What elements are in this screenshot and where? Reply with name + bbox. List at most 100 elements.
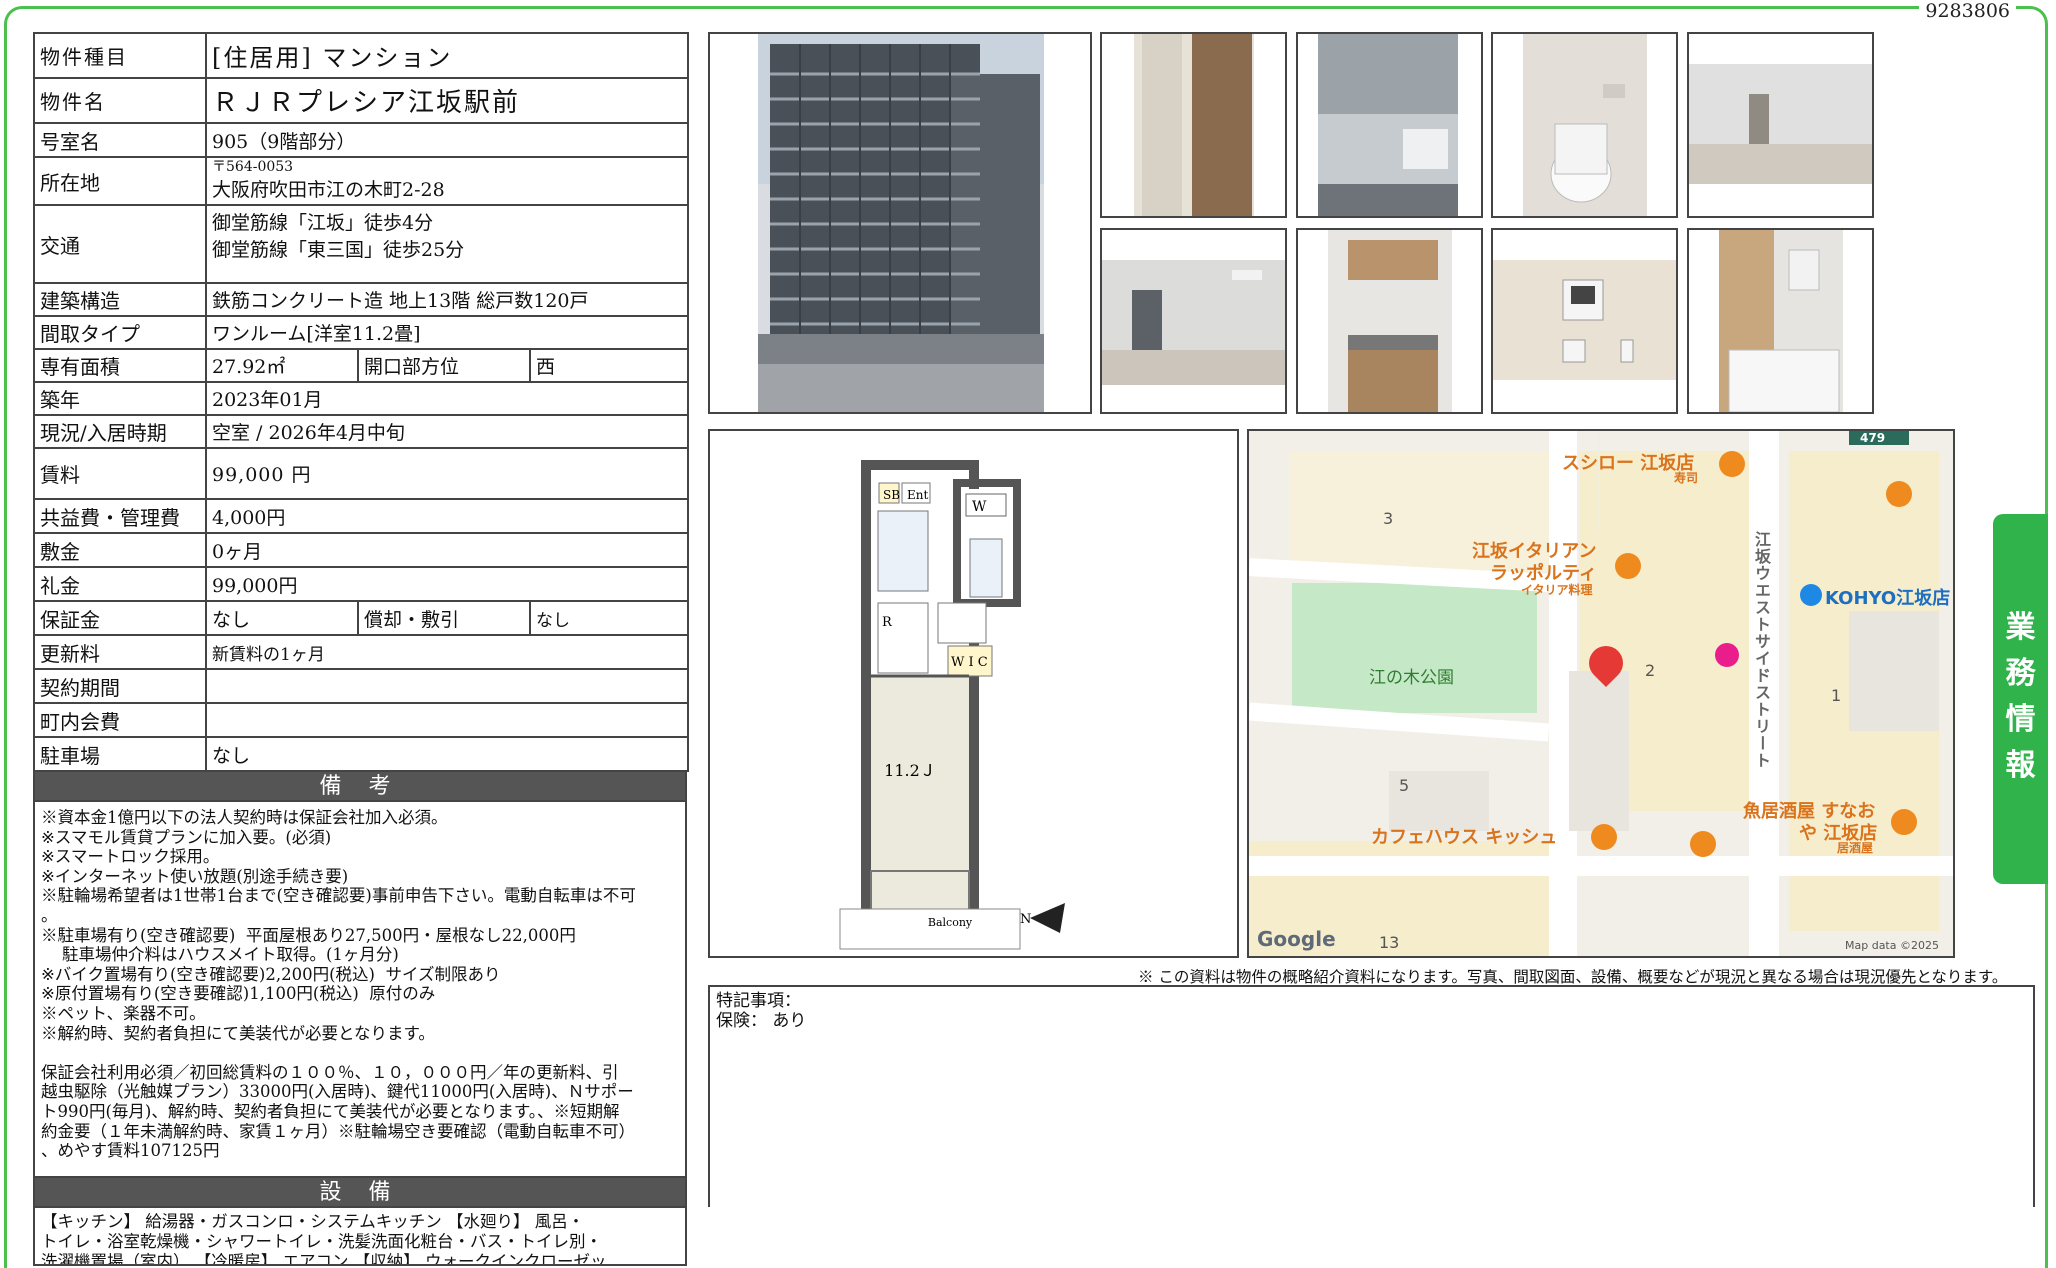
restaurant-pin-icon[interactable]	[1719, 451, 1745, 477]
label-amortization: 償却・敷引	[357, 600, 531, 636]
label-assoc: 町内会費	[33, 702, 207, 738]
value-fee: 4,000円	[204, 498, 690, 534]
side-tab-char-3: 情	[2005, 702, 2036, 737]
label-deposit: 敷金	[33, 532, 207, 568]
photo-living-room[interactable]	[1100, 228, 1287, 414]
value-assoc	[204, 702, 690, 738]
remarks-title: 備 考	[33, 772, 687, 802]
fp-room-size: 11.2Ｊ	[884, 761, 936, 780]
value-structure: 鉄筋コンクリート造 地上13階 総戸数120戸	[204, 282, 690, 317]
label-name: 物件名	[33, 77, 207, 124]
equipment-title: 設 備	[33, 1178, 687, 1208]
special-notes-title: 特記事項：	[716, 991, 801, 1011]
map-drawing	[1249, 431, 1953, 956]
value-contract	[204, 668, 690, 704]
building-image	[758, 34, 1044, 412]
remarks-text: ※資本金1億円以下の法人契約時は保証会社加入必須。 ※スマモル賃貸プランに加入要…	[33, 802, 687, 1178]
value-address: 〒564-0053 大阪府吹田市江の木町2-28	[204, 156, 690, 206]
fp-balcony-label: Balcony	[928, 916, 973, 929]
restaurant-pin-icon[interactable]	[1615, 553, 1641, 579]
fp-ent-label: Ent	[907, 488, 928, 502]
fp-sb-label: SB	[883, 488, 900, 502]
map-block-5: 5	[1399, 776, 1410, 795]
label-rent: 賃料	[33, 447, 207, 500]
label-layout: 間取タイプ	[33, 315, 207, 350]
value-room: 905（9階部分）	[204, 122, 690, 158]
compass-arrow-icon	[1030, 903, 1065, 933]
restaurant-pin-icon[interactable]	[1690, 831, 1716, 857]
map-block-3: 3	[1383, 509, 1394, 528]
kitchen-image	[1298, 230, 1481, 412]
photo-room-view[interactable]	[1687, 32, 1874, 218]
special-notes-panel: 特記事項： 保険： あり	[708, 985, 2035, 1207]
living-room-image	[1102, 230, 1285, 412]
document-id: 9283806	[1919, 0, 2016, 22]
shop-pin-icon[interactable]	[1800, 584, 1822, 606]
special-notes-insurance: 保険： あり	[716, 1011, 807, 1031]
map-poi-italian-sub: イタリア料理	[1521, 583, 1593, 597]
intercom-image	[1493, 230, 1676, 412]
business-info-tab[interactable]: 業 務 情 報	[1993, 514, 2048, 884]
photo-building-exterior[interactable]	[708, 32, 1092, 414]
photo-bathroom[interactable]	[1687, 228, 1874, 414]
park-area	[1292, 583, 1537, 713]
side-tab-char-1: 業	[2005, 610, 2036, 645]
fp-w-label: W	[972, 499, 987, 515]
toilet-image	[1493, 34, 1676, 216]
label-access: 交通	[33, 204, 207, 284]
label-parking: 駐車場	[33, 736, 207, 772]
disclaimer-note: ※ この資料は物件の概略紹介資料になります。写真、間取図面、設備、概要などが現況…	[1138, 968, 2008, 986]
label-direction: 開口部方位	[357, 348, 531, 383]
room-view-image	[1689, 34, 1872, 216]
label-type: 物件種目	[33, 32, 207, 79]
photo-intercom[interactable]	[1491, 228, 1678, 414]
label-status: 現況/入居時期	[33, 414, 207, 449]
fp-north-label: N	[1020, 912, 1031, 927]
photo-toilet[interactable]	[1491, 32, 1678, 218]
value-type: [住居用] マンション	[204, 32, 690, 79]
address-line: 大阪府吹田市江の木町2-28	[212, 179, 445, 201]
location-map[interactable]: 479 スシロー 江坂店 寿司 江坂イタリアン ラッポルティ イタリア料理 KO…	[1247, 429, 1955, 958]
map-block-2: 2	[1645, 661, 1656, 680]
label-contract: 契約期間	[33, 668, 207, 704]
map-route-number: 479	[1860, 431, 1886, 445]
restaurant-pin-icon[interactable]	[1886, 481, 1912, 507]
cafe-pin-icon[interactable]	[1591, 824, 1617, 850]
value-status: 空室 / 2026年4月中旬	[204, 414, 690, 449]
photo-balcony[interactable]	[1296, 32, 1483, 218]
value-built: 2023年01月	[204, 381, 690, 416]
label-structure: 建築構造	[33, 282, 207, 317]
balcony-image	[1298, 34, 1481, 216]
bathroom-image	[1689, 230, 1872, 412]
fp-r-label: R	[882, 615, 893, 630]
floor-plan-drawing: SB Ent W R W I C 11.2Ｊ Balcony N	[839, 460, 1065, 950]
side-tab-char-2: 務	[2005, 656, 2036, 691]
value-guarantee: なし	[205, 600, 359, 636]
value-area: 27.92㎡	[205, 348, 359, 383]
label-area: 専有面積	[33, 348, 207, 383]
map-street-label: 江坂ウエストサイドストリート	[1752, 531, 1771, 769]
label-renewal: 更新料	[33, 634, 207, 670]
map-poi-kohyo[interactable]: KOHYO江坂店	[1825, 584, 1950, 610]
label-built: 築年	[33, 381, 207, 416]
label-address: 所在地	[33, 156, 207, 206]
access-line-2: 御堂筋線「東三国」徒歩25分	[212, 239, 465, 261]
hotel-pin-icon[interactable]	[1715, 643, 1739, 667]
value-layout: ワンルーム[洋室11.2畳]	[204, 315, 690, 350]
value-renewal: 新賃料の1ヶ月	[204, 634, 690, 670]
floor-plan[interactable]: SB Ent W R W I C 11.2Ｊ Balcony N	[708, 429, 1239, 958]
value-name: ＲＪＲプレシア江坂駅前	[204, 77, 690, 124]
hallway-image	[1102, 34, 1285, 216]
photo-hallway[interactable]	[1100, 32, 1287, 218]
equipment-text: 【キッチン】 給湯器・ガスコンロ・システムキッチン 【水廻り】 風呂・ トイレ・…	[33, 1208, 687, 1266]
label-fee: 共益費・管理費	[33, 498, 207, 534]
map-poi-cafe[interactable]: カフェハウス キッシュ	[1371, 823, 1557, 849]
map-poi-izakaya-sub: 居酒屋	[1837, 841, 1874, 855]
restaurant-pin-icon[interactable]	[1891, 809, 1917, 835]
side-tab-char-4: 報	[2005, 748, 2036, 783]
label-keymoney: 礼金	[33, 566, 207, 602]
photo-kitchen[interactable]	[1296, 228, 1483, 414]
value-direction: 西	[528, 348, 690, 383]
google-logo: Google	[1257, 927, 1336, 951]
value-access: 御堂筋線「江坂」徒歩4分 御堂筋線「東三国」徒歩25分	[204, 204, 690, 284]
